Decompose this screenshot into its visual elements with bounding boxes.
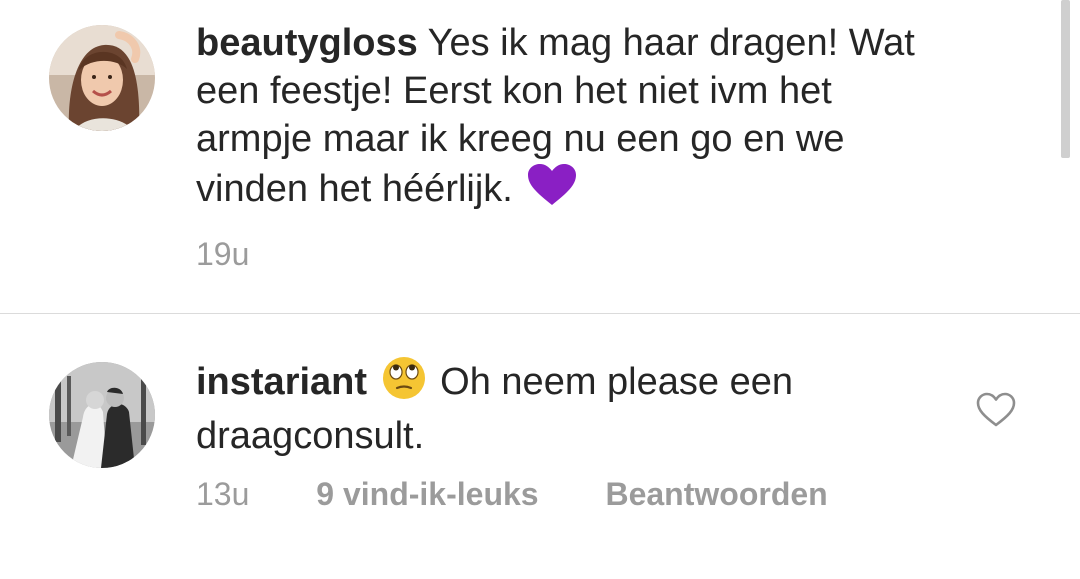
comment-time: 13u bbox=[196, 476, 250, 512]
divider bbox=[0, 313, 1080, 314]
comment-username[interactable]: beautygloss bbox=[196, 22, 418, 64]
comment-meta: 13u 9 vind-ik-leuks Beantwoorden bbox=[196, 476, 828, 513]
purple-heart-icon bbox=[527, 163, 577, 219]
comment-item: instariant Oh neem please een draagconsu… bbox=[0, 315, 1080, 579]
comment-body: beautygloss Yes ik mag haar dragen! Wat … bbox=[196, 19, 976, 219]
comment-meta: 19u bbox=[196, 236, 249, 273]
comment-text-line: een feestje! Eerst kon het niet ivm het bbox=[196, 70, 832, 112]
comment-item: beautygloss Yes ik mag haar dragen! Wat … bbox=[0, 0, 1080, 314]
avatar-photo bbox=[49, 362, 155, 468]
comment-body: instariant Oh neem please een draagconsu… bbox=[196, 356, 896, 460]
comment-time: 19u bbox=[196, 236, 250, 272]
comment-text-line: Yes ik mag haar dragen! Wat bbox=[427, 22, 915, 64]
heart-outline-icon bbox=[976, 392, 1016, 427]
likes-count-link[interactable]: 9 vind-ik-leuks bbox=[316, 476, 538, 513]
avatar[interactable] bbox=[49, 25, 155, 131]
scrollbar[interactable] bbox=[1061, 0, 1070, 158]
reply-button[interactable]: Beantwoorden bbox=[605, 476, 827, 513]
eye-roll-face-icon bbox=[382, 356, 426, 412]
avatar[interactable] bbox=[49, 362, 155, 468]
comment-text-line: armpje maar ik kreeg nu een go en we bbox=[196, 118, 845, 160]
like-button[interactable] bbox=[976, 392, 1016, 428]
comment-text-line: vinden het héérlijk. bbox=[196, 168, 513, 210]
avatar-photo bbox=[49, 25, 155, 131]
comment-username[interactable]: instariant bbox=[196, 361, 367, 403]
